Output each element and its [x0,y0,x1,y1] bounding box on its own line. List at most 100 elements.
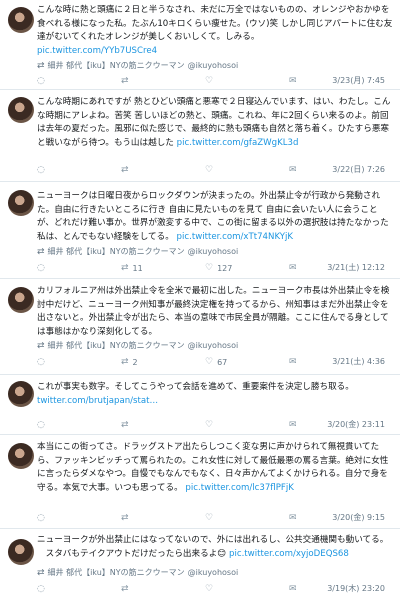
mail-icon: ✉ [289,513,297,523]
tweet-date[interactable]: 3/21(土) 4:36 [332,356,385,367]
tweet-link[interactable]: twitter.com/brutjapan/stat… [37,396,158,406]
reply-icon: ◌ [37,357,45,367]
avatar[interactable] [8,190,34,216]
retweeter-name[interactable]: 細井 郁代【iku】NYの筋ニクウーマン [48,246,185,257]
tweet[interactable]: こんな時期にあれですが 熱とひどい頭痛と悪寒で２日寝込んでいます、はい、わたし。… [0,90,400,180]
tweet-date[interactable]: 3/20(金) 9:15 [332,512,385,523]
tweet-link[interactable]: pic.twitter.com/xyjoDEQS68 [229,549,349,559]
tweet-link[interactable]: pic.twitter.com/lc37flPFjK [185,483,293,493]
tweet[interactable]: こんな時に熱と頭痛に２日と半うなされ、未だに万全ではないものの、オレンジやおかゆ… [0,0,400,88]
retweet-icon: ⇄ [121,263,129,273]
reply-button[interactable]: ◌ [37,164,45,176]
retweet-icon: ⇄ [37,340,45,351]
tweet-date[interactable]: 3/20(金) 23:11 [327,419,385,430]
tweet-date[interactable]: 3/23(月) 7:45 [332,75,385,86]
reply-button[interactable]: ◌ [37,75,45,87]
reply-icon: ◌ [37,513,45,523]
tweet-link[interactable]: pic.twitter.com/YYb7USCre4 [37,46,157,56]
retweet-button[interactable]: ⇄ [121,419,129,431]
mail-button[interactable]: ✉ [289,583,297,595]
retweeter-name[interactable]: 細井 郁代【iku】NYの筋ニクウーマン [48,60,185,71]
retweet-button[interactable]: ⇄ [121,164,129,176]
mail-icon: ✉ [289,420,297,430]
mail-button[interactable]: ✉ [289,356,297,368]
retweet-info: ⇄ 細井 郁代【iku】NYの筋ニクウーマン @ikuyohosoi [37,246,238,257]
like-button[interactable]: ♡ [205,164,213,176]
reply-icon: ◌ [37,584,45,594]
like-count: 127 [217,263,233,273]
retweet-icon: ⇄ [121,420,129,430]
tweet-actions: ◌ ⇄ ♡ ✉ 3/20(金) 23:11 [37,419,393,431]
avatar[interactable] [8,287,34,313]
like-button[interactable]: ♡ [205,419,213,431]
retweet-button[interactable]: ⇄ [121,583,129,595]
tweet-date[interactable]: 3/22(日) 7:26 [332,164,385,175]
tweet-actions: ◌ ⇄ 11 ♡ 127 ✉ 3/21(土) 12:12 [37,262,393,274]
reply-button[interactable]: ◌ [37,512,45,524]
like-button[interactable]: ♡ [205,512,213,524]
retweet-button[interactable]: ⇄ [121,512,129,524]
mail-button[interactable]: ✉ [289,262,297,274]
heart-icon: ♡ [205,420,214,430]
reply-button[interactable]: ◌ [37,356,45,368]
mail-button[interactable]: ✉ [289,164,297,176]
tweet-link[interactable]: pic.twitter.com/gfaZWgKL3d [177,138,299,148]
retweeter-handle[interactable]: @ikuyohosoi [188,61,239,70]
retweet-button[interactable]: ⇄ 11 [121,262,143,274]
heart-icon: ♡ [205,584,214,594]
tweet-actions: ◌ ⇄ 2 ♡ 67 ✉ 3/21(土) 4:36 [37,356,393,368]
like-button[interactable]: ♡ 127 [205,262,232,274]
retweet-info: ⇄ 細井 郁代【iku】NYの筋ニクウーマン @ikuyohosoi [37,340,238,351]
mail-icon: ✉ [289,165,297,175]
retweet-button[interactable]: ⇄ 2 [121,356,138,368]
retweet-icon: ⇄ [121,584,129,594]
retweeter-name[interactable]: 細井 郁代【iku】NYの筋ニクウーマン [48,567,185,578]
tweet[interactable]: 本当にこの街ってさ。ドラッグストア出たらしつこく変な男に声かけられて無視貫いてた… [0,435,400,527]
avatar[interactable] [8,539,34,565]
retweet-count: 2 [132,357,138,367]
retweet-icon: ⇄ [37,567,45,578]
retweet-icon: ⇄ [121,357,129,367]
tweet-actions: ◌ ⇄ ♡ ✉ 3/22(日) 7:26 [37,164,393,176]
retweeter-handle[interactable]: @ikuyohosoi [188,568,239,577]
tweet-actions: ◌ ⇄ ♡ ✉ 3/19(木) 23:20 [37,583,393,595]
tweet[interactable]: カリフォルニア州は外出禁止令を全米で最初に出した。ニューヨーク市長は外出禁止令を… [0,279,400,373]
tweet-date[interactable]: 3/19(木) 23:20 [327,583,385,594]
reply-button[interactable]: ◌ [37,583,45,595]
tweet-text: こんな時に熱と頭痛に２日と半うなされ、未だに万全ではないものの、オレンジやおかゆ… [37,5,393,57]
avatar[interactable] [8,7,34,33]
tweet[interactable]: これが事実も数字。そしてこうやって会話を進めて、重要案件を決定し勝ち取る。 twi… [0,375,400,433]
reply-button[interactable]: ◌ [37,419,45,431]
mail-button[interactable]: ✉ [289,419,297,431]
avatar[interactable] [8,97,34,123]
retweet-icon: ⇄ [37,246,45,257]
retweeter-handle[interactable]: @ikuyohosoi [188,341,239,350]
tweet-link[interactable]: pic.twitter.com/xTt74NKYjK [177,232,294,242]
like-button[interactable]: ♡ 67 [205,356,227,368]
tweet-date[interactable]: 3/21(土) 12:12 [327,262,385,273]
mail-icon: ✉ [289,357,297,367]
retweet-button[interactable]: ⇄ [121,75,129,87]
reply-icon: ◌ [37,263,45,273]
tweet[interactable]: ニューヨークが外出禁止にはなってないので、外には出れるし、公共交通機関も動いてる… [0,529,400,597]
tweet-actions: ◌ ⇄ ♡ ✉ 3/20(金) 9:15 [37,512,393,524]
retweet-count: 11 [132,263,143,273]
tweet[interactable]: ニューヨークは日曜日夜からロックダウンが決まったの。外出禁止令が行政から発動され… [0,182,400,277]
avatar[interactable] [8,381,34,407]
retweeter-name[interactable]: 細井 郁代【iku】NYの筋ニクウーマン [48,340,185,351]
tweet-text: ニューヨークが外出禁止にはなってないので、外には出れるし、公共交通機関も動いてる… [37,535,389,559]
like-button[interactable]: ♡ [205,583,213,595]
reply-button[interactable]: ◌ [37,262,45,274]
avatar[interactable] [8,443,34,469]
like-button[interactable]: ♡ [205,75,213,87]
heart-icon: ♡ [205,263,214,273]
retweet-info: ⇄ 細井 郁代【iku】NYの筋ニクウーマン @ikuyohosoi [37,60,238,71]
retweeter-handle[interactable]: @ikuyohosoi [188,247,239,256]
retweet-icon: ⇄ [121,165,129,175]
heart-icon: ♡ [205,76,214,86]
reply-icon: ◌ [37,420,45,430]
mail-button[interactable]: ✉ [289,75,297,87]
mail-button[interactable]: ✉ [289,512,297,524]
mail-icon: ✉ [289,76,297,86]
mail-icon: ✉ [289,263,297,273]
